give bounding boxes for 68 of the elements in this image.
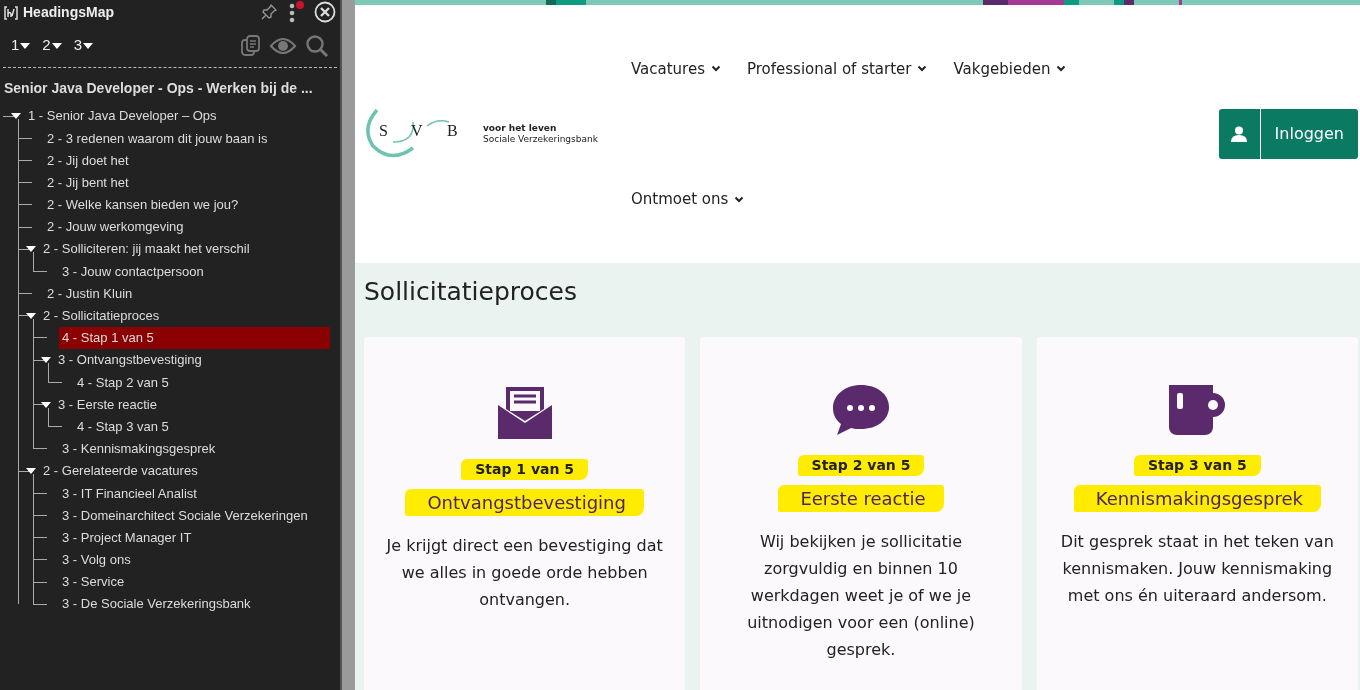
expand-toggle[interactable] (41, 356, 53, 364)
step-text: Dit gesprek staat in het teken van kennismaken. Jouw kennismaking met ons én uiteraard andersom. (1059, 531, 1335, 607)
expand-toggle[interactable] (26, 467, 38, 475)
tree-item[interactable]: 2 - Welke kansen bieden we jou? (44, 194, 242, 216)
level-button[interactable]: 1 (11, 34, 31, 57)
logo-tagline: voor het leven (483, 123, 558, 134)
expand-toggle[interactable] (41, 401, 53, 409)
tree-item[interactable]: 2 - Jij bent het (44, 171, 132, 194)
step-title: Ontvangstbevestiging (405, 489, 644, 516)
chevron-icon (917, 65, 928, 73)
tree-item[interactable]: 3 - Kennismakingsgesprek (59, 438, 219, 460)
tree-item[interactable]: 2 - Sollicitatieproces (40, 305, 163, 327)
tree-item[interactable]: 3 - Service (59, 571, 128, 593)
tree-item[interactable]: 1 - Senior Java Developer – Ops (25, 105, 220, 127)
tree-item[interactable]: 3 - Project Manager IT (59, 526, 195, 549)
login-button[interactable]: Inloggen (1218, 109, 1358, 159)
nav-link[interactable]: Ontmoet ons (631, 188, 745, 211)
step-label: Stap 1 van 5 (461, 459, 589, 480)
step-title: Kennismakingsgesprek (1073, 485, 1321, 512)
chevron-icon (711, 65, 721, 73)
tree-item[interactable]: 4 - Stap 1 van 5 (59, 327, 330, 349)
tree-item[interactable]: 3 - Volg ons (59, 549, 134, 571)
nav-link[interactable]: Vakgebieden (953, 57, 1067, 80)
chat-icon (831, 383, 891, 437)
tree-item[interactable]: 2 - Jouw werkomgeving (44, 216, 187, 238)
expand-toggle[interactable] (26, 312, 38, 320)
expand-toggle[interactable] (26, 245, 38, 253)
tree-item[interactable]: 2 - 3 redenen waarom dit jouw baan is (44, 127, 271, 150)
tree-item[interactable]: 4 - Stap 3 van 5 (74, 415, 172, 438)
tree-item[interactable]: 2 - Solliciteren: jij maakt het verschil (40, 238, 253, 260)
copy-icon[interactable] (241, 34, 261, 57)
step-label: Stap 2 van 5 (797, 455, 925, 476)
step-title: Eerste reactie (778, 485, 944, 512)
logo-letter: B (447, 122, 458, 139)
search-icon[interactable] (305, 33, 329, 58)
panel-title: HeadingsMap (23, 2, 114, 22)
tree-item[interactable]: 3 - Ontvangstbevestiging (55, 349, 205, 371)
section-title: Sollicitatieproces (364, 277, 578, 307)
mug-icon (1167, 383, 1228, 437)
tree-item[interactable]: 3 - Domeinarchitect Sociale Verzekeringen (59, 504, 311, 527)
tree-item[interactable]: 4 - Stap 2 van 5 (74, 371, 172, 394)
logo-icon (4, 5, 18, 20)
step-label: Stap 3 van 5 (1133, 455, 1261, 476)
logo[interactable]: S V B (365, 108, 477, 160)
close-icon[interactable] (314, 1, 336, 23)
tree-item[interactable]: 2 - Jij doet het (44, 149, 132, 172)
eye-icon[interactable] (269, 35, 297, 56)
tree-item[interactable]: 2 - Gerelateerde vacatures (40, 460, 201, 482)
tree-item[interactable]: 3 - De Sociale Verzekeringsbank (59, 593, 254, 615)
nav-link[interactable]: Vacatures (631, 57, 721, 80)
pin-icon[interactable] (260, 3, 278, 21)
tree-item[interactable]: 3 - IT Financieel Analist (59, 482, 200, 505)
chevron-icon (734, 195, 745, 203)
tree-item[interactable]: 2 - Justin Kluin (44, 282, 136, 305)
chevron-icon (1056, 65, 1067, 73)
page-title: Senior Java Developer - Ops - Werken bij de ... (3, 79, 314, 98)
logo-text: Sociale Verzekeringsbank (483, 134, 598, 145)
level-button[interactable]: 2 (42, 34, 62, 57)
tree-item[interactable]: 3 - Eerste reactie (55, 393, 160, 416)
user-icon (1231, 126, 1248, 142)
logo-letter: S (379, 122, 388, 139)
step-text: Je krijgt direct een bevestiging dat we alles in goede orde hebben ontvangen. (384, 535, 664, 611)
level-button[interactable]: 3 (73, 34, 94, 57)
logo-letter: V (411, 122, 423, 139)
expand-toggle[interactable] (11, 112, 23, 120)
nav-link[interactable]: Professional of starter (747, 57, 928, 80)
step-text: Wij bekijken je sollicitatie zorgvuldig en binnen 10 werkdagen weet je of we je uitnodigen voor een (online) gesprek. (746, 531, 976, 661)
tree-item[interactable]: 3 - Jouw contactpersoon (59, 260, 207, 283)
